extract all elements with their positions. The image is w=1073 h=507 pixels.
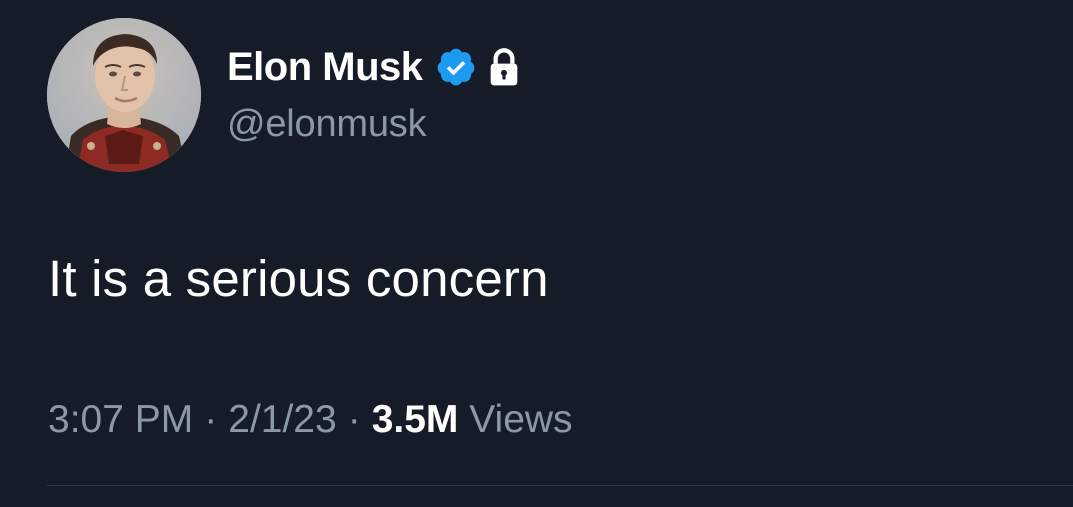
lock-icon bbox=[490, 48, 517, 86]
separator: · bbox=[204, 398, 218, 441]
separator: · bbox=[347, 398, 361, 441]
tweet-time[interactable]: 3:07 PM bbox=[48, 398, 193, 441]
name-row: Elon Musk bbox=[227, 40, 521, 94]
views-count[interactable]: 3.5M bbox=[372, 398, 459, 441]
avatar[interactable] bbox=[47, 18, 201, 172]
tweet-text: It is a serious concern bbox=[48, 250, 549, 307]
handle[interactable]: @elonmusk bbox=[227, 98, 521, 150]
tweet-card: Elon Musk @elonmusk It is a serious conc… bbox=[0, 0, 1073, 507]
views-label[interactable]: Views bbox=[469, 398, 572, 441]
display-name[interactable]: Elon Musk bbox=[227, 40, 423, 94]
tweet-meta: 3:07 PM · 2/1/23 · 3.5M Views bbox=[48, 392, 573, 448]
divider bbox=[47, 485, 1073, 486]
tweet-header: Elon Musk @elonmusk bbox=[227, 40, 521, 150]
verified-badge-icon[interactable] bbox=[435, 46, 477, 88]
profile-photo-icon bbox=[47, 18, 201, 172]
tweet-date[interactable]: 2/1/23 bbox=[228, 398, 336, 441]
